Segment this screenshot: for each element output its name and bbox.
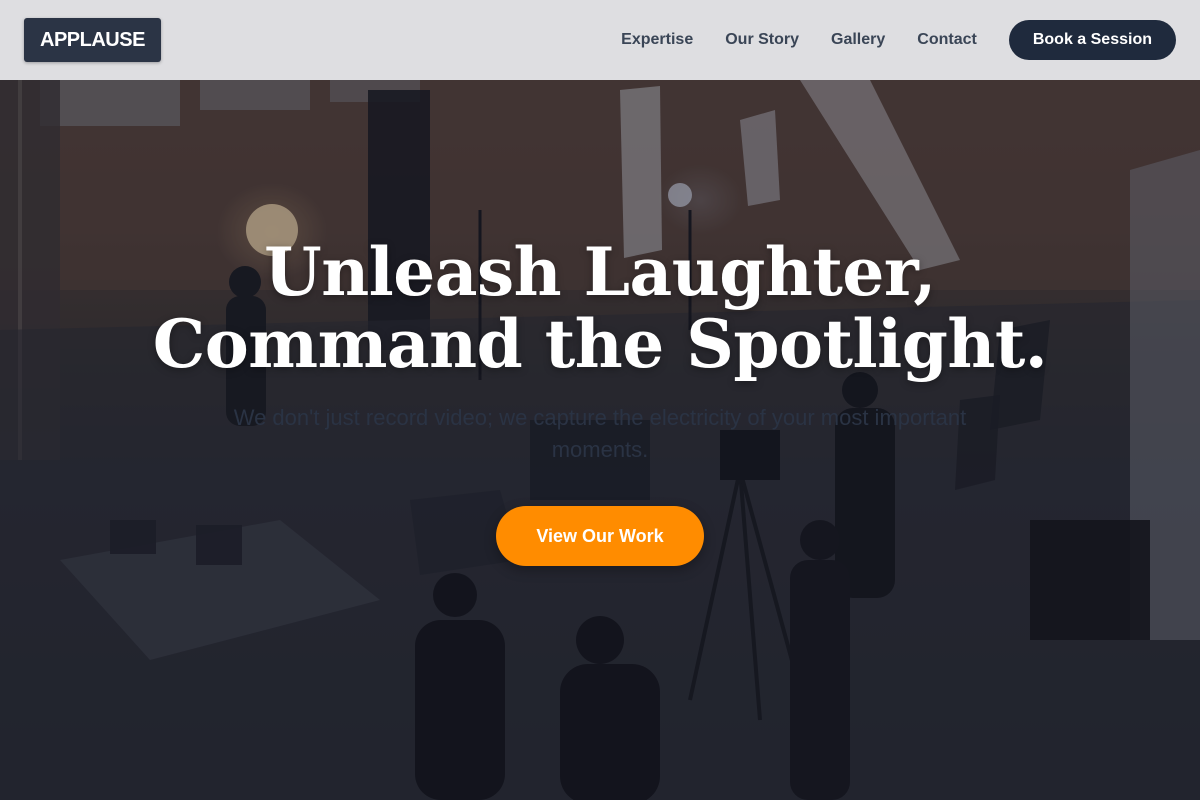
book-session-button[interactable]: Book a Session xyxy=(1008,20,1176,60)
brand-logo[interactable]: APPLAUSE xyxy=(24,18,161,62)
main-nav: Expertise Our Story Gallery Contact Book… xyxy=(621,20,1176,60)
nav-link-our-story[interactable]: Our Story xyxy=(725,31,799,49)
nav-link-contact[interactable]: Contact xyxy=(917,31,977,49)
view-our-work-button[interactable]: View Our Work xyxy=(496,506,704,566)
hero-subtitle: We don't just record video; we capture t… xyxy=(233,405,967,462)
hero-headline-line-2: Command the Spotlight. xyxy=(152,305,1048,383)
hero-headline-line-1: Unleash Laughter, xyxy=(264,233,936,311)
nav-link-gallery[interactable]: Gallery xyxy=(831,31,885,49)
hero-headline: Unleash Laughter, Command the Spotlight. xyxy=(0,236,1200,380)
nav-link-expertise[interactable]: Expertise xyxy=(621,31,693,49)
site-header: APPLAUSE Expertise Our Story Gallery Con… xyxy=(0,0,1200,80)
hero-content: Unleash Laughter, Command the Spotlight.… xyxy=(0,236,1200,566)
